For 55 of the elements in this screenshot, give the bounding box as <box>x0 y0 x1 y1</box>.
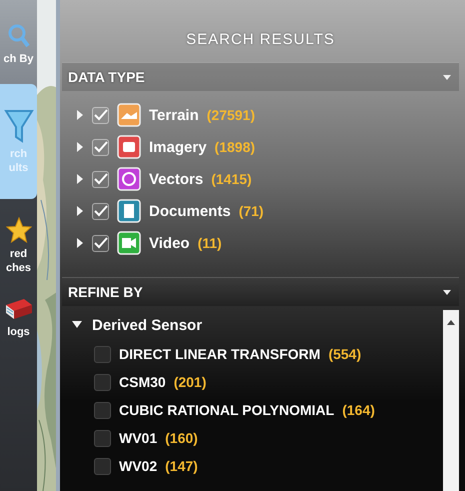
section-header[interactable]: DATA TYPE <box>62 62 459 91</box>
data-type-label[interactable]: Video <box>149 234 190 252</box>
funnel-icon <box>4 108 34 142</box>
result-count: (147) <box>165 458 198 474</box>
result-count: (11) <box>198 235 222 251</box>
sidebar-label: ch By <box>4 52 34 66</box>
result-count: (1898) <box>214 139 256 155</box>
filter-label[interactable]: WV01 <box>119 430 158 446</box>
filter-label[interactable]: CUBIC RATIONAL POLYNOMIAL <box>119 402 334 418</box>
expand-arrow-icon[interactable] <box>76 142 84 152</box>
book-stack-icon <box>4 297 34 321</box>
filter-label[interactable]: WV02 <box>119 458 158 474</box>
checkbox[interactable] <box>94 402 111 418</box>
filter-label[interactable]: DIRECT LINEAR TRANSFORM <box>119 346 320 362</box>
data-type-label[interactable]: Terrain <box>149 106 199 124</box>
expand-arrow-icon[interactable] <box>76 174 84 184</box>
imagery-icon <box>117 135 141 159</box>
caret-icon <box>443 290 451 294</box>
filter-label[interactable]: CSM30 <box>119 374 166 390</box>
panel-title: SEARCH RESULTS <box>185 30 336 50</box>
checkbox[interactable] <box>94 458 111 474</box>
result-count: (201) <box>174 374 206 390</box>
section-title: DATA TYPE <box>68 69 145 85</box>
section-header[interactable]: REFINE BY <box>62 277 459 306</box>
scroll-up-icon <box>447 320 455 325</box>
result-count: (554) <box>328 346 362 362</box>
caret-icon <box>443 74 451 80</box>
terrain-icon <box>117 103 141 127</box>
star-icon <box>6 217 32 243</box>
group-label: Derived Sensor <box>92 316 202 334</box>
group-header[interactable]: Derived Sensor <box>72 314 443 336</box>
checkbox[interactable] <box>94 430 111 446</box>
vectors-icon <box>117 167 141 191</box>
data-type-label[interactable]: Documents <box>149 202 231 220</box>
sidebar-item[interactable]: red ches <box>0 213 37 279</box>
expand-arrow-icon[interactable] <box>76 206 84 216</box>
result-count: (160) <box>165 430 198 446</box>
documents-icon <box>117 199 141 223</box>
sidebar-label: rch ults <box>8 146 28 174</box>
sidebar-item[interactable]: logs <box>0 293 37 343</box>
result-count: (27591) <box>206 107 256 123</box>
result-count: (71) <box>238 203 264 219</box>
result-count: (1415) <box>211 171 252 187</box>
section-title: REFINE BY <box>68 284 143 300</box>
data-type-label[interactable]: Imagery <box>149 138 207 156</box>
sidebar-label: logs <box>7 325 30 339</box>
expand-arrow-icon[interactable] <box>76 238 84 248</box>
data-type-label[interactable]: Vectors <box>149 170 204 188</box>
video-icon <box>117 231 141 255</box>
checkbox[interactable] <box>94 374 111 390</box>
search-icon <box>8 24 30 48</box>
sidebar-label: red ches <box>6 247 32 275</box>
checkbox[interactable] <box>94 346 111 362</box>
result-count: (164) <box>342 402 375 418</box>
scrollbar[interactable] <box>443 310 459 491</box>
